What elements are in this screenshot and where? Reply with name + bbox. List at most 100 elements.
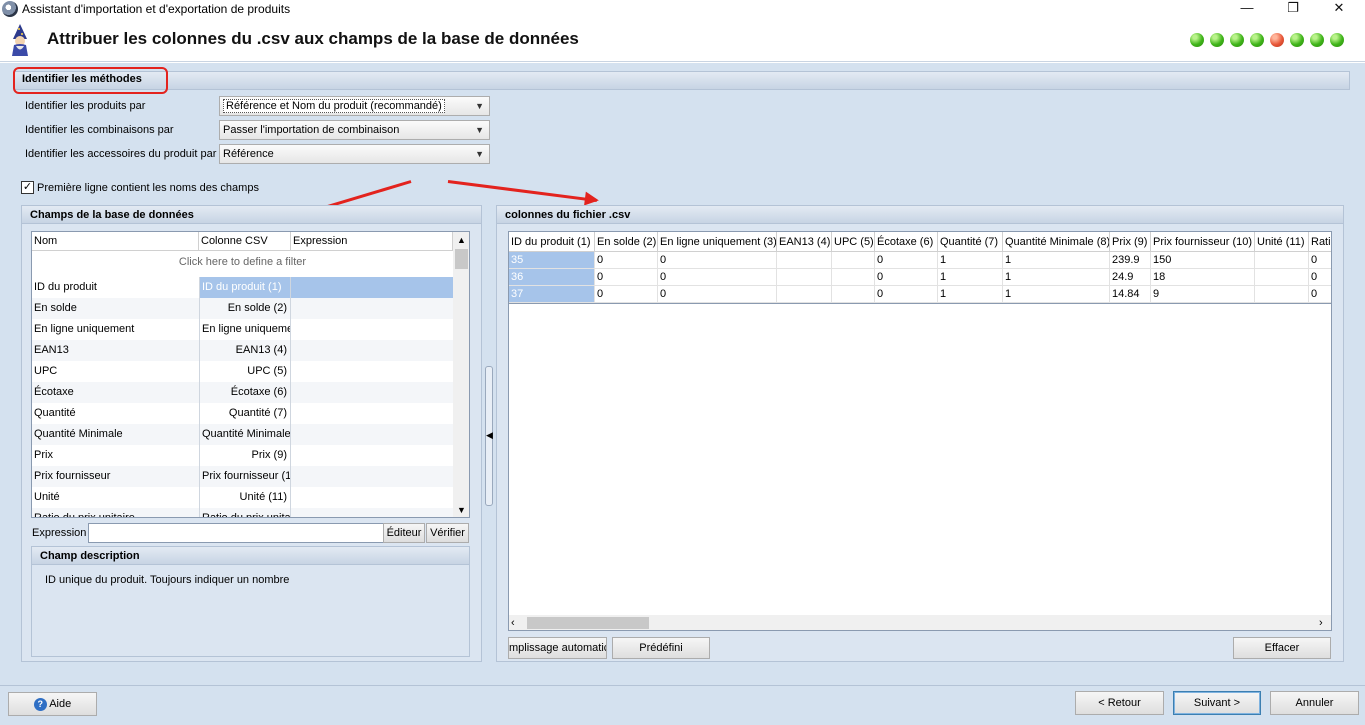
help-button[interactable]: ? Aide (8, 692, 97, 716)
csv-cell[interactable]: 0 (1309, 286, 1331, 303)
csv-cell[interactable]: 0 (595, 286, 658, 303)
csv-cell[interactable]: 36 (509, 269, 595, 286)
csv-cell[interactable]: 1 (938, 269, 1003, 286)
csv-cell[interactable] (832, 286, 875, 303)
csv-column-header[interactable]: Quantité Minimale (8) (1003, 232, 1110, 252)
csv-cell[interactable]: 0 (1309, 252, 1331, 269)
csv-column-header[interactable]: Quantité (7) (938, 232, 1003, 252)
csv-cell[interactable]: 1 (1003, 252, 1110, 269)
csv-cell[interactable] (777, 252, 832, 269)
csv-cell[interactable]: 150 (1151, 252, 1255, 269)
csv-cell[interactable]: 1 (1003, 269, 1110, 286)
db-field-expression[interactable] (291, 424, 453, 445)
csv-column-header[interactable]: ID du produit (1) (509, 232, 595, 252)
csv-cell[interactable]: 1 (938, 252, 1003, 269)
csv-column-header[interactable]: En ligne uniquement (3) (658, 232, 777, 252)
scroll-right-icon[interactable]: › (1319, 615, 1323, 630)
db-field-expression[interactable] (291, 445, 453, 466)
csv-cell[interactable]: 0 (1309, 269, 1331, 286)
db-field-row[interactable]: UPC UPC (5) (32, 361, 453, 382)
scrollbar-thumb[interactable] (455, 249, 468, 269)
clear-button[interactable]: Effacer (1233, 637, 1331, 659)
db-field-csv-column[interactable]: Quantité Minimale (199, 424, 291, 445)
csv-cell[interactable] (1255, 286, 1309, 303)
db-field-csv-column[interactable]: Ratio du prix unita (199, 508, 291, 517)
db-field-expression[interactable] (291, 277, 453, 298)
csv-cell[interactable] (777, 269, 832, 286)
col-header-expression[interactable]: Expression (291, 232, 453, 251)
identify-accessories-select[interactable]: Référence ▼ (219, 144, 490, 164)
expression-input[interactable] (88, 523, 384, 543)
csv-column-header[interactable]: En solde (2) (595, 232, 658, 252)
verify-button[interactable]: Vérifier (426, 523, 469, 543)
db-field-csv-column[interactable]: En ligne uniquemer (199, 319, 291, 340)
csv-cell[interactable]: 0 (658, 269, 777, 286)
csv-cell[interactable] (832, 269, 875, 286)
csv-cell[interactable]: 0 (658, 252, 777, 269)
identify-products-select[interactable]: Référence et Nom du produit (recommandé)… (219, 96, 490, 116)
scrollbar-thumb[interactable] (527, 617, 649, 629)
csv-cell[interactable]: 0 (595, 252, 658, 269)
db-field-csv-column[interactable]: Quantité (7) (199, 403, 291, 424)
db-field-csv-column[interactable]: En solde (2) (199, 298, 291, 319)
csv-cell[interactable]: 239.9 (1110, 252, 1151, 269)
csv-cell[interactable]: 0 (875, 286, 938, 303)
db-field-row[interactable]: Ratio du prix unitaire Ratio du prix unit… (32, 508, 453, 517)
collapse-left-icon[interactable]: ◀ (486, 430, 493, 441)
db-field-expression[interactable] (291, 466, 453, 487)
csv-cell[interactable]: 1 (1003, 286, 1110, 303)
db-field-row[interactable]: Quantité Minimale Quantité Minimale (32, 424, 453, 445)
csv-cell[interactable]: 0 (658, 286, 777, 303)
db-field-row[interactable]: ID du produit ID du produit (1) (32, 277, 453, 298)
db-field-row[interactable]: Prix Prix (9) (32, 445, 453, 466)
csv-column-header[interactable]: Prix (9) (1110, 232, 1151, 252)
db-field-csv-column[interactable]: ID du produit (1) (199, 277, 291, 298)
db-grid-scrollbar[interactable]: ▲ ▼ (453, 232, 469, 517)
db-field-row[interactable]: En ligne uniquement En ligne uniquemer (32, 319, 453, 340)
db-field-csv-column[interactable]: Écotaxe (6) (199, 382, 291, 403)
csv-column-header[interactable]: Écotaxe (6) (875, 232, 938, 252)
db-field-row[interactable]: Écotaxe Écotaxe (6) (32, 382, 453, 403)
scroll-down-icon[interactable]: ▼ (453, 502, 469, 517)
db-field-expression[interactable] (291, 508, 453, 517)
csv-cell[interactable]: 0 (875, 269, 938, 286)
csv-cell[interactable]: 35 (509, 252, 595, 269)
csv-column-header[interactable]: EAN13 (4) (777, 232, 832, 252)
col-header-csv[interactable]: Colonne CSV (199, 232, 291, 251)
csv-column-header[interactable]: Prix fournisseur (10) (1151, 232, 1255, 252)
cancel-button[interactable]: Annuler (1270, 691, 1359, 715)
db-field-csv-column[interactable]: UPC (5) (199, 361, 291, 382)
col-header-name[interactable]: Nom (32, 232, 199, 251)
identify-combinations-select[interactable]: Passer l'importation de combinaison ▼ (219, 120, 490, 140)
csv-cell[interactable]: 0 (595, 269, 658, 286)
db-field-expression[interactable] (291, 487, 453, 508)
db-field-expression[interactable] (291, 382, 453, 403)
first-line-checkbox[interactable]: ✓ (21, 181, 34, 194)
csv-cell[interactable]: 1 (938, 286, 1003, 303)
csv-column-header[interactable]: Unité (11) (1255, 232, 1309, 252)
csv-cell[interactable]: 18 (1151, 269, 1255, 286)
db-field-csv-column[interactable]: Unité (11) (199, 487, 291, 508)
csv-horizontal-scrollbar[interactable]: ‹ › (509, 615, 1331, 630)
csv-cell[interactable]: 0 (875, 252, 938, 269)
db-field-expression[interactable] (291, 319, 453, 340)
csv-column-header[interactable]: UPC (5) (832, 232, 875, 252)
scroll-up-icon[interactable]: ▲ (453, 232, 469, 248)
csv-cell[interactable] (1255, 269, 1309, 286)
db-field-expression[interactable] (291, 403, 453, 424)
editor-button[interactable]: Éditeur (383, 523, 425, 543)
filter-row[interactable]: Click here to define a filter (32, 252, 453, 273)
csv-cell[interactable]: 14.84 (1110, 286, 1151, 303)
csv-cell[interactable]: 24.9 (1110, 269, 1151, 286)
csv-cell[interactable]: 9 (1151, 286, 1255, 303)
db-field-row[interactable]: En solde En solde (2) (32, 298, 453, 319)
csv-cell[interactable] (1255, 252, 1309, 269)
db-field-csv-column[interactable]: EAN13 (4) (199, 340, 291, 361)
db-field-expression[interactable] (291, 361, 453, 382)
db-field-row[interactable]: Prix fournisseur Prix fournisseur (1 (32, 466, 453, 487)
db-field-expression[interactable] (291, 298, 453, 319)
csv-cell[interactable]: 37 (509, 286, 595, 303)
csv-column-header[interactable]: Rati (1309, 232, 1331, 252)
db-field-row[interactable]: Unité Unité (11) (32, 487, 453, 508)
auto-fill-button[interactable]: mplissage automatic (508, 637, 607, 659)
